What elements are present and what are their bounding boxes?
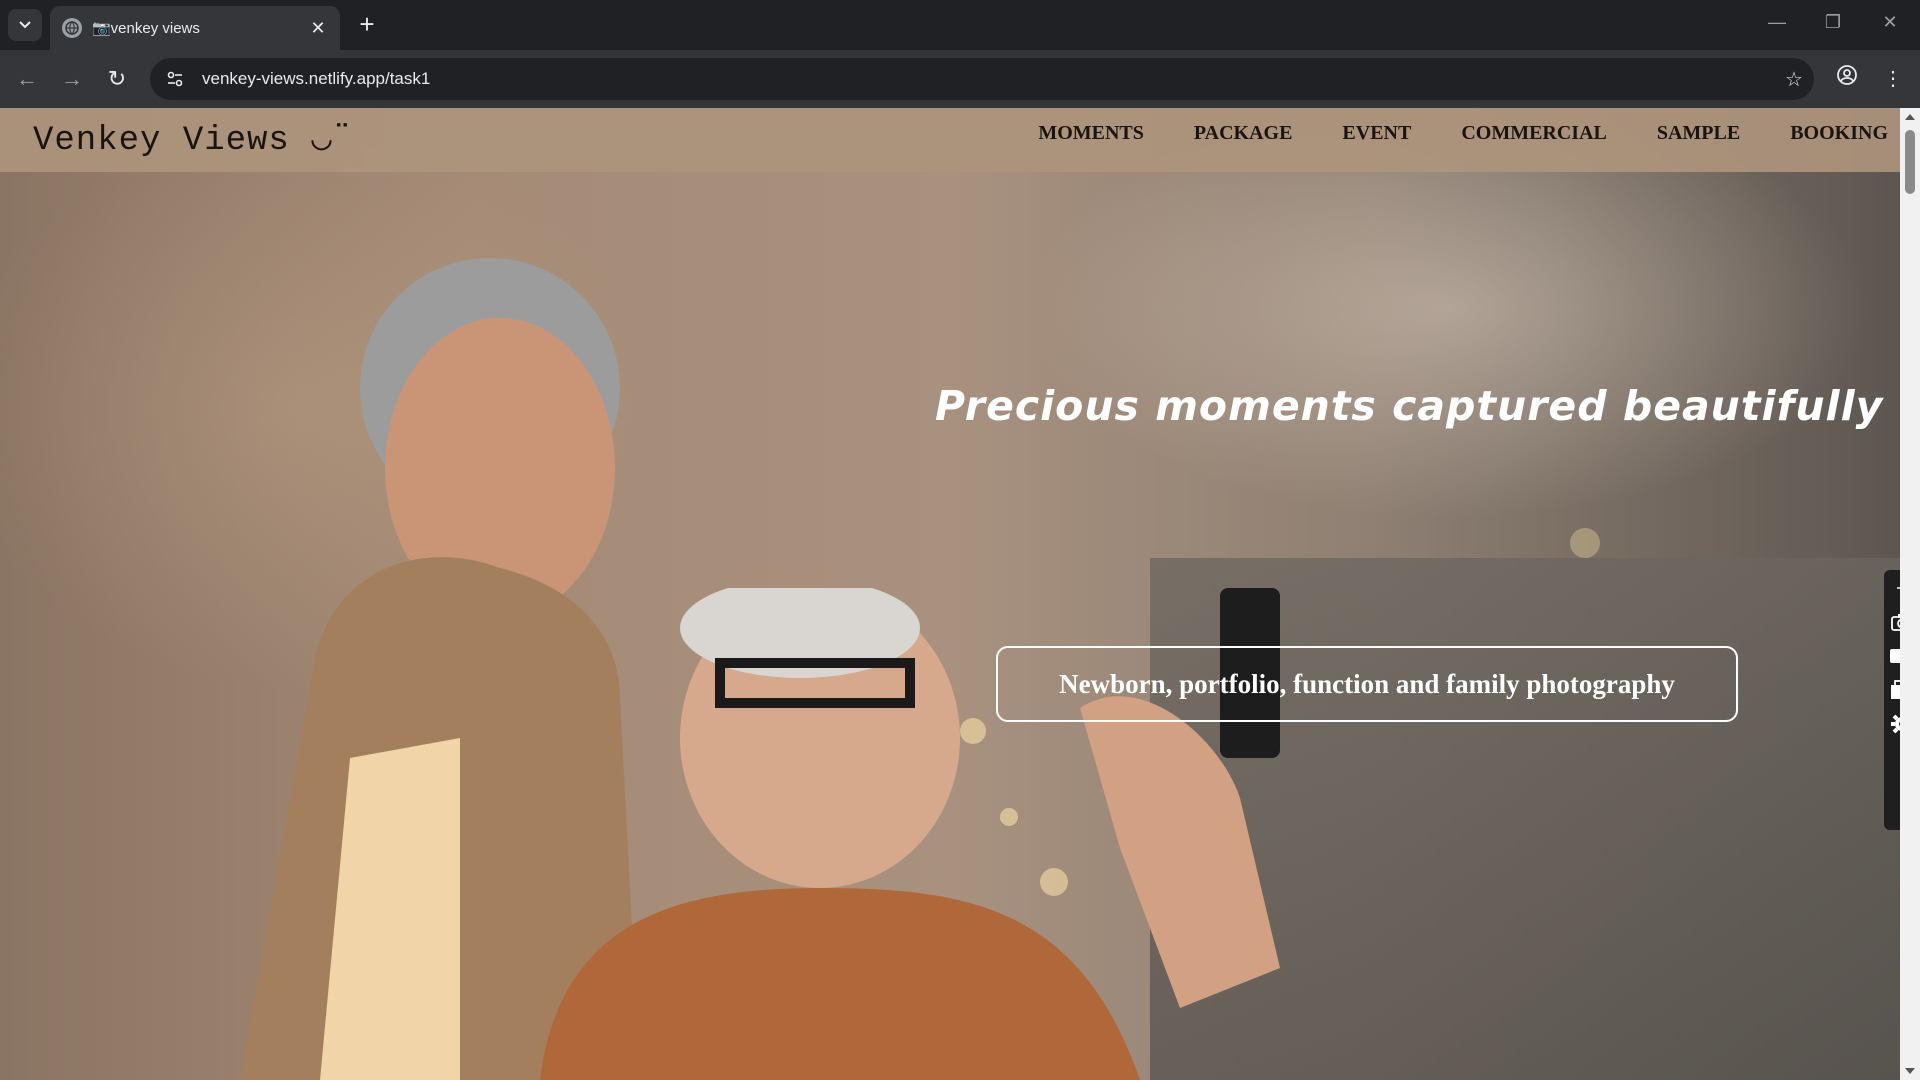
site-info-button[interactable] (154, 58, 196, 100)
tab-strip: 📷venkey views ✕ + — ❐ ✕ (0, 0, 1920, 50)
globe-icon (62, 18, 82, 38)
browser-tab[interactable]: 📷venkey views ✕ (50, 6, 340, 50)
menu-button[interactable]: ⋮ (1878, 64, 1908, 94)
hero-subtitle: Newborn, portfolio, function and family … (1059, 668, 1675, 699)
new-tab-button[interactable]: + (352, 10, 382, 40)
forward-button[interactable]: → (57, 64, 87, 94)
nav-package[interactable]: PACKAGE (1194, 122, 1293, 145)
restore-button[interactable]: ❐ (1818, 12, 1848, 33)
tab-search-button[interactable] (8, 9, 42, 41)
close-icon[interactable]: ✕ (308, 18, 328, 39)
plus-icon: + (359, 9, 375, 39)
nav-sample[interactable]: SAMPLE (1657, 122, 1740, 145)
hero-subtitle-box[interactable]: Newborn, portfolio, function and family … (996, 646, 1738, 722)
page-scrollbar[interactable] (1900, 108, 1920, 1080)
more-vert-icon: ⋮ (1883, 68, 1903, 90)
back-arrow-icon: ← (16, 66, 38, 91)
tune-icon (167, 71, 183, 87)
minimize-button[interactable]: — (1762, 12, 1792, 33)
address-bar[interactable]: venkey-views.netlify.app/task1 ☆ (150, 58, 1814, 100)
nav-moments[interactable]: MOMENTS (1038, 122, 1144, 145)
scroll-up-icon[interactable] (1905, 114, 1915, 120)
main-nav: MOMENTS PACKAGE EVENT COMMERCIAL SAMPLE … (1038, 122, 1888, 145)
star-icon[interactable]: ☆ (1774, 67, 1814, 92)
hero-title: Precious moments captured beautifully :) (935, 382, 1900, 430)
chevron-down-icon (19, 21, 31, 29)
close-window-button[interactable]: ✕ (1875, 12, 1905, 33)
scroll-down-icon[interactable] (1905, 1068, 1915, 1074)
profile-icon (1837, 65, 1857, 85)
reload-icon: ↻ (107, 66, 127, 91)
site-header: Venkey Views ◡̈ MOMENTS PACKAGE EVENT CO… (0, 108, 1900, 172)
back-button[interactable]: ← (12, 64, 42, 94)
forward-arrow-icon: → (61, 66, 83, 91)
browser-toolbar: ← → ↻ venkey-views.netlify.app/task1 ☆ ⋮ (0, 50, 1920, 108)
bokeh-light (1570, 528, 1600, 558)
profile-button[interactable] (1832, 64, 1862, 94)
nav-event[interactable]: EVENT (1342, 122, 1411, 145)
site-logo[interactable]: Venkey Views ◡̈ (33, 118, 333, 160)
reload-button[interactable]: ↻ (102, 64, 132, 94)
url-text[interactable]: venkey-views.netlify.app/task1 (202, 69, 1774, 89)
nav-booking[interactable]: BOOKING (1790, 122, 1888, 145)
scrollbar-thumb[interactable] (1905, 130, 1915, 194)
page-viewport: Venkey Views ◡̈ MOMENTS PACKAGE EVENT CO… (0, 108, 1900, 1080)
tab-title: 📷venkey views (92, 20, 200, 37)
nav-commercial[interactable]: COMMERCIAL (1461, 122, 1607, 145)
